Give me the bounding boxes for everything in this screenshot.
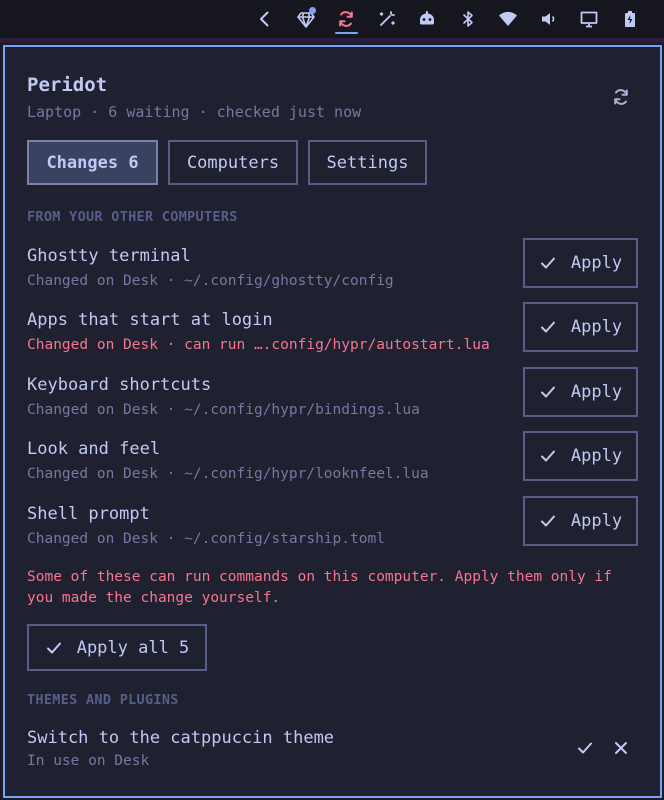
change-detail: Changed on Desk · ~/.config/hypr/looknfe… [27, 466, 429, 482]
wifi-icon[interactable] [488, 4, 529, 34]
volume-icon[interactable] [529, 4, 570, 34]
check-icon [540, 450, 555, 462]
tab-computers[interactable]: Computers [168, 140, 298, 185]
warning-text: Some of these can run commands on this c… [27, 569, 612, 606]
section-themes: THEMES AND PLUGINS [27, 692, 179, 708]
top-bar [0, 0, 664, 38]
check-icon [46, 642, 61, 653]
bluetooth-icon[interactable] [448, 4, 489, 34]
sync-panel: Peridot Laptop · 6 waiting · checked jus… [3, 45, 662, 798]
apply-button[interactable]: Apply [523, 238, 638, 288]
accept-icon[interactable] [571, 734, 599, 762]
tab-changes[interactable]: Changes 6 [27, 140, 158, 185]
theme-row: Switch to the catppuccin theme In use on… [27, 728, 639, 773]
change-title: Keyboard shortcuts [27, 375, 212, 395]
check-icon [540, 515, 555, 527]
apply-label: Apply [570, 317, 623, 337]
panel-subtitle: Laptop · 6 waiting · checked just now [27, 103, 362, 121]
change-title: Look and feel [27, 439, 161, 459]
change-title: Ghostty terminal [27, 246, 191, 266]
apply-label: Apply [570, 253, 623, 273]
battery-icon[interactable] [610, 4, 651, 34]
sync-icon[interactable] [326, 4, 367, 34]
tray-icons [245, 4, 650, 34]
refresh-icon[interactable] [607, 83, 635, 111]
change-row: Apps that start at login Changed on Desk… [27, 302, 639, 362]
monitor-icon[interactable] [569, 4, 610, 34]
gem-icon[interactable] [286, 4, 327, 34]
change-row: Ghostty terminal Changed on Desk · ~/.co… [27, 238, 639, 298]
change-detail: Changed on Desk · ~/.config/ghostty/conf… [27, 273, 394, 289]
dismiss-icon[interactable] [607, 734, 635, 762]
change-detail: Changed on Desk · ~/.config/hypr/binding… [27, 402, 420, 418]
wand-icon[interactable] [367, 4, 408, 34]
theme-detail: In use on Desk [27, 753, 150, 769]
apply-label: Apply [570, 382, 623, 402]
apply-button[interactable]: Apply [523, 496, 638, 546]
apply-button[interactable]: Apply [523, 431, 638, 481]
apply-button[interactable]: Apply [523, 302, 638, 352]
tab-bar: Changes 6 Computers Settings [27, 140, 427, 185]
apply-label: Apply [570, 446, 623, 466]
chevron-left-icon[interactable] [245, 4, 286, 34]
wallpaper-strip [0, 38, 664, 43]
change-row: Shell prompt Changed on Desk · ~/.config… [27, 496, 639, 556]
check-icon [540, 257, 555, 269]
theme-title: Switch to the catppuccin theme [27, 728, 335, 748]
change-detail: Changed on Desk · ~/.config/starship.tom… [27, 531, 385, 547]
section-other-computers: FROM YOUR OTHER COMPUTERS [27, 209, 238, 225]
change-row: Keyboard shortcuts Changed on Desk · ~/.… [27, 367, 639, 427]
tab-settings[interactable]: Settings [308, 140, 427, 185]
change-title: Apps that start at login [27, 310, 273, 330]
apply-all-button[interactable]: Apply all 5 [27, 624, 207, 671]
panel-title: Peridot [27, 74, 108, 96]
apply-all-label: Apply all 5 [76, 637, 190, 658]
apply-button[interactable]: Apply [523, 367, 638, 417]
notification-dot [309, 7, 316, 14]
check-icon [540, 386, 555, 398]
check-icon [540, 321, 555, 333]
robot-icon[interactable] [407, 4, 448, 34]
change-detail-warning: Changed on Desk · can run ….config/hypr/… [27, 337, 490, 353]
change-title: Shell prompt [27, 504, 150, 524]
change-row: Look and feel Changed on Desk · ~/.confi… [27, 431, 639, 491]
apply-label: Apply [570, 511, 623, 531]
